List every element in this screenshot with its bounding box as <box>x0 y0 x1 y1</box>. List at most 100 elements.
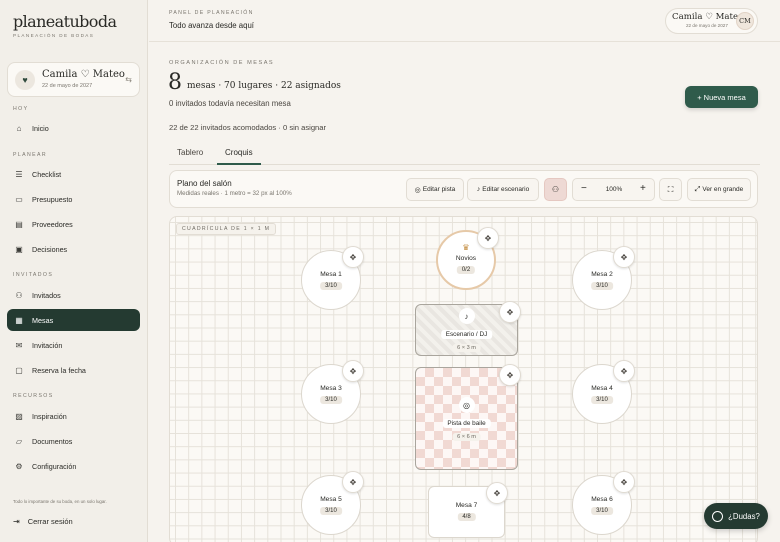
table-count: 8 <box>168 70 182 95</box>
sidebar-item-presupuesto[interactable]: ▭ Presupuesto <box>7 188 140 210</box>
sidebar-footer: Todo lo importante de su boda, en un sol… <box>13 499 107 504</box>
sidebar-item-label: Documentos <box>32 436 73 446</box>
edit-dance-floor-button[interactable]: ◎ Editar pista <box>406 178 464 201</box>
move-icon: ✥ <box>620 477 628 487</box>
stage-size: 6 × 3 m <box>452 344 481 352</box>
store-icon: ▤ <box>15 219 23 229</box>
help-button[interactable]: ¿Dudas? <box>704 503 768 529</box>
home-icon: ⌂ <box>16 123 22 133</box>
couple-names: Camila ♡ Mateo <box>42 69 125 80</box>
brand-logo[interactable]: planeatuboda <box>13 12 117 31</box>
sidebar-item-label: Configuración <box>32 461 77 471</box>
table-name: Mesa 4 <box>591 385 613 392</box>
floorplan-scale: Medidas reales · 1 metro = 32 px al 100% <box>177 190 292 197</box>
move-handle-mesa-7[interactable]: ✥ <box>486 482 508 504</box>
move-handle-novios[interactable]: ✥ <box>477 227 499 249</box>
sidebar-item-label: Inicio <box>32 123 49 133</box>
zoom-out-button[interactable]: − <box>581 183 587 194</box>
move-handle-mesa-5[interactable]: ✥ <box>342 471 364 493</box>
section-recursos: RECURSOS <box>13 393 54 399</box>
edit-dance-floor-label: Editar pista <box>422 186 456 193</box>
move-handle-dance-floor[interactable]: ✥ <box>499 364 521 386</box>
sidebar-item-label: Mesas <box>32 315 54 325</box>
zoom-control: − 100% + <box>572 178 655 201</box>
table-name: Mesa 3 <box>320 385 342 392</box>
move-handle-mesa-2[interactable]: ✥ <box>613 246 635 268</box>
section-planear: PLANEAR <box>13 152 48 158</box>
sidebar-item-configuracion[interactable]: ⚙ Configuración <box>7 455 140 477</box>
table-name: Novios <box>455 255 477 262</box>
table-occupancy: 3/10 <box>591 396 613 404</box>
sidebar-item-decisiones[interactable]: ▣ Decisiones <box>7 238 140 260</box>
tab-tablero[interactable]: Tablero <box>177 148 203 157</box>
sidebar-item-inicio[interactable]: ⌂ Inicio <box>7 117 140 139</box>
expand-icon: ⤢ <box>694 185 701 193</box>
logout-button[interactable]: ⇥ Cerrar sesión <box>13 517 73 526</box>
sidebar-item-invitacion[interactable]: ✉ Invitación <box>7 334 140 356</box>
sidebar-item-inspiracion[interactable]: ▨ Inspiración <box>7 405 140 427</box>
sidebar-item-reserva[interactable]: ▢ Reserva la fecha <box>7 359 140 381</box>
dance-icon: ◎ <box>458 397 475 413</box>
user-date: 22 de mayo de 2027 <box>686 23 728 28</box>
focus-icon: ⛶ <box>667 184 674 194</box>
sidebar-item-proveedores[interactable]: ▤ Proveedores <box>7 213 140 235</box>
avatar: CM <box>736 12 754 30</box>
sidebar-item-label: Reserva la fecha <box>32 365 86 375</box>
move-handle-mesa-6[interactable]: ✥ <box>613 471 635 493</box>
sidebar-item-label: Invitados <box>32 290 61 300</box>
user-menu[interactable]: Camila ♡ Mateo 22 de mayo de 2027 CM <box>665 8 758 34</box>
pending-guests: 0 invitados todavía necesitan mesa <box>169 99 291 108</box>
sidebar-item-mesas[interactable]: ▦ Mesas <box>7 309 140 331</box>
move-handle-mesa-3[interactable]: ✥ <box>342 360 364 382</box>
table-occupancy: 3/10 <box>320 507 342 515</box>
image-icon: ▨ <box>15 411 23 421</box>
table-occupancy: 3/10 <box>320 396 342 404</box>
floorplan-canvas[interactable]: CUADRÍCULA DE 1 × 1 M ♛ Novios 0/2 ✥ Mes… <box>169 216 758 542</box>
folder-icon: ▱ <box>15 436 23 446</box>
fit-view-button[interactable]: ⛶ <box>659 178 682 201</box>
move-handle-mesa-4[interactable]: ✥ <box>613 360 635 382</box>
move-icon: ✥ <box>349 366 357 376</box>
dance-icon: ◎ <box>414 186 421 194</box>
sidebar-item-invitados[interactable]: ⚇ Invitados <box>7 284 140 306</box>
move-icon: ✥ <box>506 370 514 380</box>
sidebar-item-label: Decisiones <box>32 244 68 254</box>
new-table-button[interactable]: + Nueva mesa <box>685 86 758 108</box>
dance-floor-name: Pista de baile <box>442 419 491 428</box>
gear-icon: ⚙ <box>15 461 23 471</box>
sidebar-item-label: Checklist <box>32 169 62 179</box>
tab-croquis[interactable]: Croquis <box>225 148 253 157</box>
users-icon: ⚇ <box>551 185 560 194</box>
wedding-date: 22 de mayo de 2027 <box>42 83 93 89</box>
sidebar-item-label: Presupuesto <box>32 194 73 204</box>
edit-stage-button[interactable]: ♪ Editar escenario <box>467 178 539 201</box>
calendar-icon: ▢ <box>15 365 23 375</box>
section-hoy: HOY <box>13 106 29 112</box>
seated-summary: 22 de 22 invitados acomodados · 0 sin as… <box>169 123 327 132</box>
guests-view-button[interactable]: ⚇ <box>544 178 567 201</box>
move-icon: ✥ <box>620 252 628 262</box>
table-name: Mesa 5 <box>320 496 342 503</box>
heart-icon: ♥ <box>15 70 35 90</box>
move-handle-mesa-1[interactable]: ✥ <box>342 246 364 268</box>
switch-icon[interactable]: ⇆ <box>125 75 132 84</box>
fullscreen-label: Ver en grande <box>702 186 744 193</box>
logout-label: Cerrar sesión <box>27 517 73 526</box>
sidebar-item-documentos[interactable]: ▱ Documentos <box>7 430 140 452</box>
move-icon: ✥ <box>349 252 357 262</box>
move-handle-stage[interactable]: ✥ <box>499 301 521 323</box>
fullscreen-button[interactable]: ⤢ Ver en grande <box>687 178 751 201</box>
chat-icon <box>712 510 724 522</box>
edit-stage-label: Editar escenario <box>482 186 530 193</box>
zoom-in-button[interactable]: + <box>640 183 646 194</box>
table-name: Mesa 6 <box>591 496 613 503</box>
sidebar-item-checklist[interactable]: ☰ Checklist <box>7 163 140 185</box>
move-icon: ✥ <box>506 307 514 317</box>
sidebar-item-label: Proveedores <box>32 219 73 229</box>
sidebar: planeatuboda PLANEACIÓN DE BODAS ♥ Camil… <box>0 0 148 542</box>
zoom-level: 100% <box>605 186 623 193</box>
help-label: ¿Dudas? <box>728 511 760 521</box>
couple-card[interactable]: ♥ Camila ♡ Mateo 22 de mayo de 2027 ⇆ <box>7 62 140 97</box>
user-names: Camila ♡ Mateo <box>672 12 744 22</box>
move-icon: ✥ <box>493 488 501 498</box>
